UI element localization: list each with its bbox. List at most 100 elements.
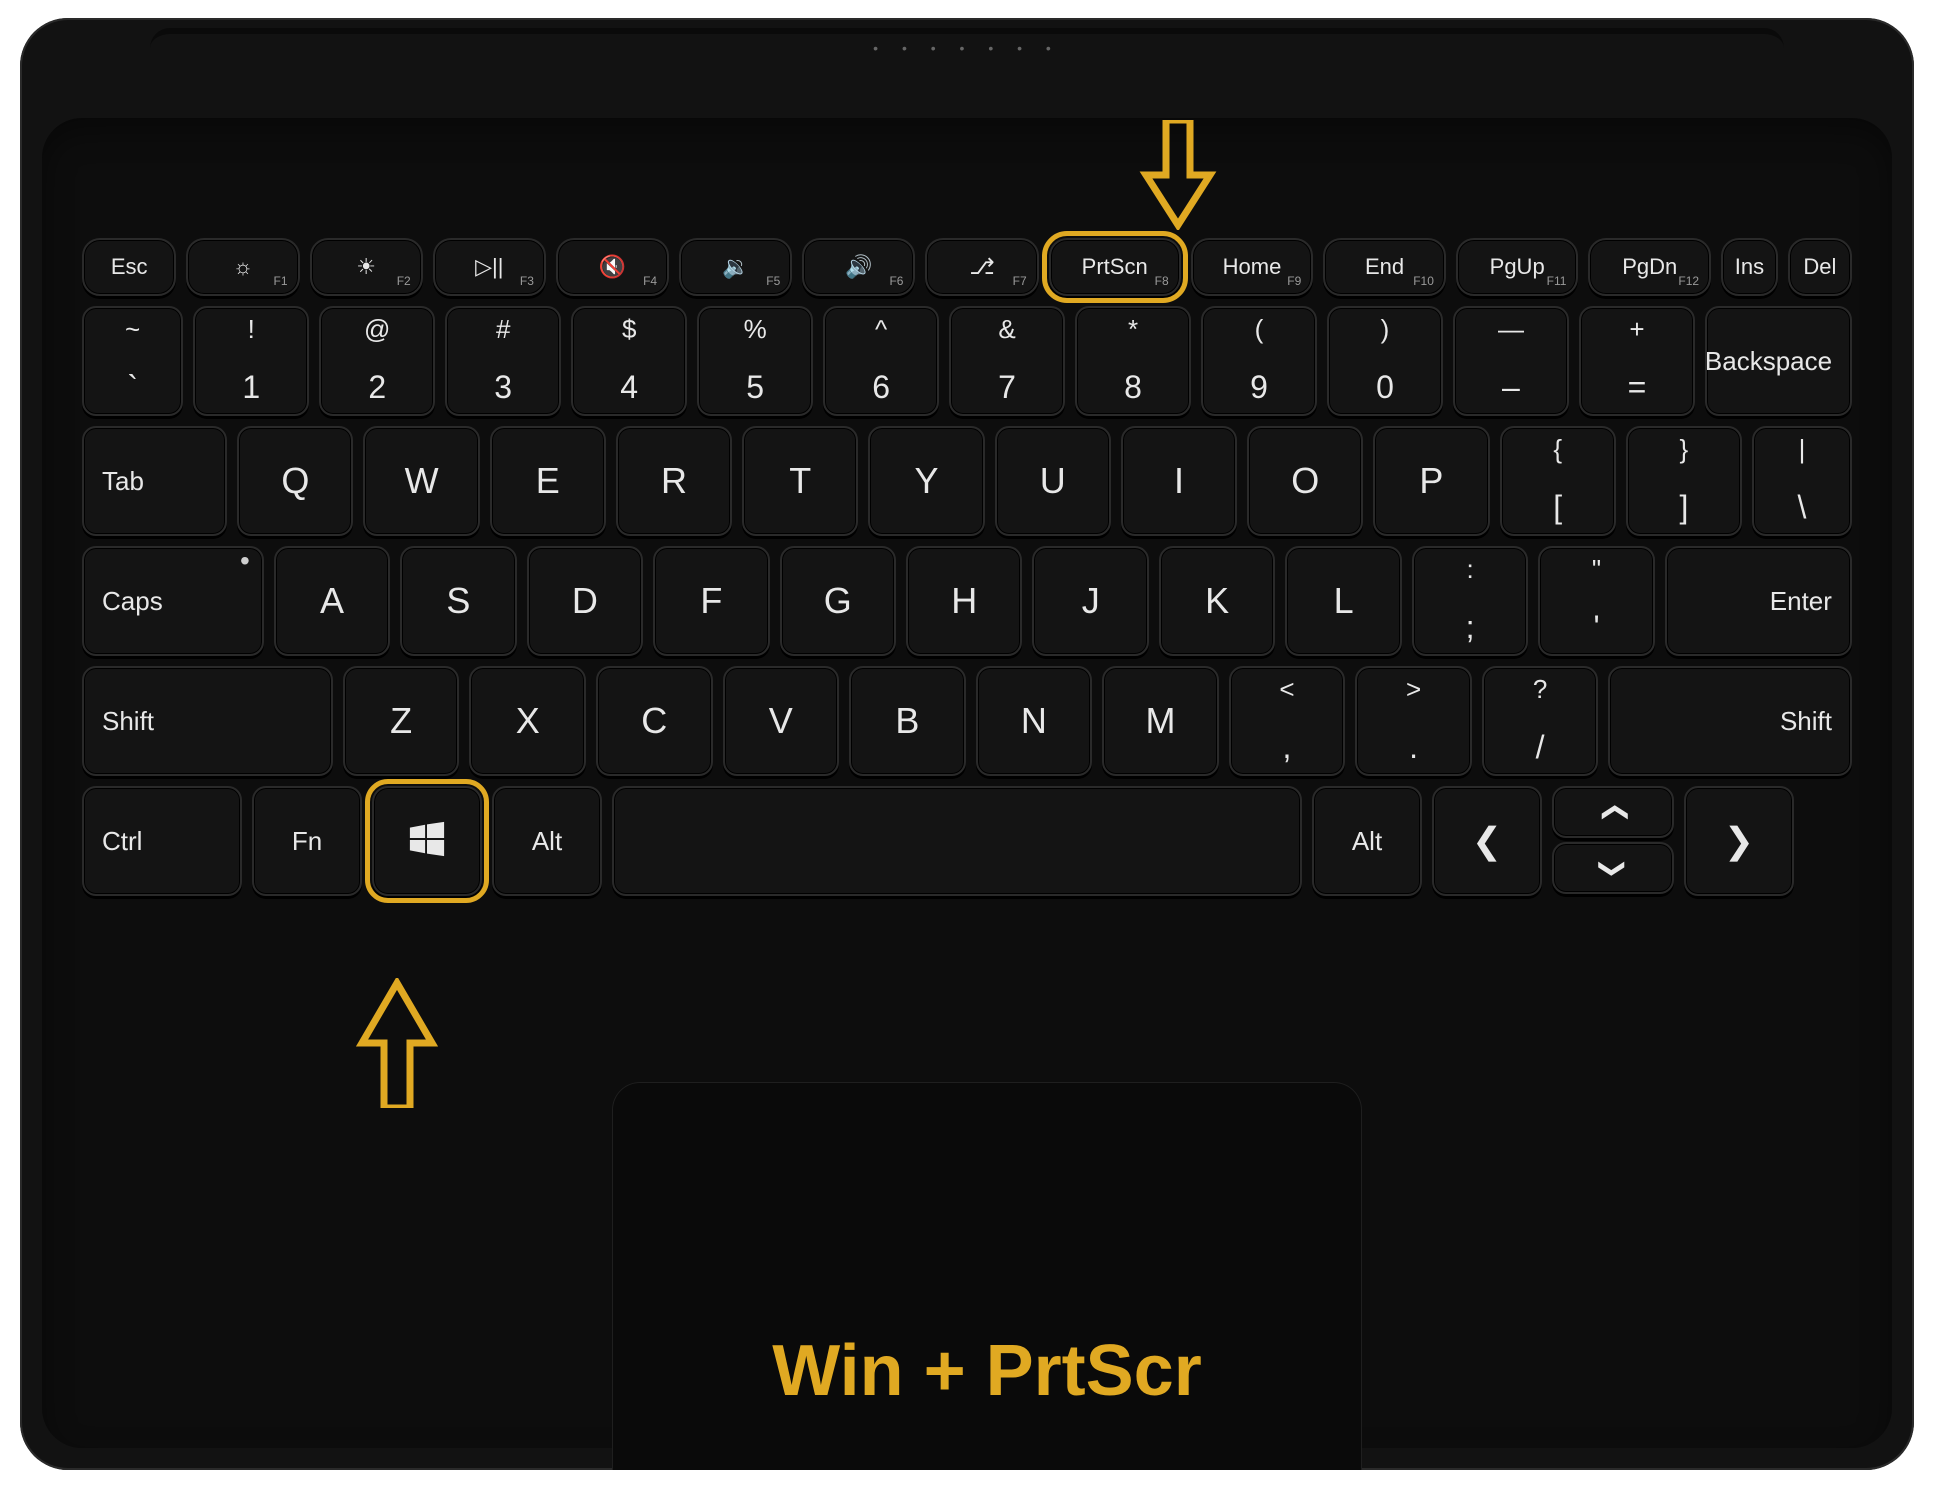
a-key[interactable]: A xyxy=(274,546,390,656)
vol-up[interactable]: 🔊F6 xyxy=(802,238,915,296)
g-key[interactable]: G xyxy=(780,546,896,656)
qwerty-row: Tab Q WERTY U I O P{[}]|\ xyxy=(82,426,1852,536)
semicolon-key[interactable]: :; xyxy=(1412,546,1528,656)
x-key[interactable]: X xyxy=(469,666,586,776)
1-key[interactable]: !1 xyxy=(193,306,309,416)
fn-key[interactable]: Fn xyxy=(252,786,362,896)
z-key[interactable]: Z xyxy=(343,666,460,776)
ins-key[interactable]: Ins xyxy=(1721,238,1778,296)
minus-key[interactable]: —– xyxy=(1453,306,1569,416)
left-alt-key[interactable]: Alt xyxy=(492,786,602,896)
backtick-key[interactable]: ~` xyxy=(82,306,183,416)
u-key-label: U xyxy=(1040,460,1066,502)
comma-key[interactable]: <, xyxy=(1229,666,1346,776)
p-key[interactable]: P xyxy=(1373,426,1489,536)
o-key-label: O xyxy=(1291,460,1319,502)
mute[interactable]: 🔇F4 xyxy=(556,238,669,296)
arrow-up-key[interactable]: ❯ xyxy=(1552,786,1674,838)
3-key[interactable]: #3 xyxy=(445,306,561,416)
home-key[interactable]: HomeF9 xyxy=(1191,238,1314,296)
enter-key[interactable]: Enter xyxy=(1665,546,1852,656)
home-key-label: Home xyxy=(1223,254,1282,280)
arrow-left-key[interactable]: ❮ xyxy=(1432,786,1542,896)
backslash-key[interactable]: |\ xyxy=(1752,426,1852,536)
bracket-close-key[interactable]: }] xyxy=(1626,426,1742,536)
minus-key-bot: – xyxy=(1455,369,1567,406)
h-key[interactable]: H xyxy=(906,546,1022,656)
space-key[interactable] xyxy=(612,786,1302,896)
k-key[interactable]: K xyxy=(1159,546,1275,656)
v-key[interactable]: V xyxy=(723,666,840,776)
j-key[interactable]: J xyxy=(1032,546,1148,656)
arrow-down-key[interactable]: ❯ xyxy=(1552,842,1674,894)
r-key[interactable]: R xyxy=(616,426,732,536)
kbd-backlight-icon: ⎇ xyxy=(969,254,994,280)
right-shift-key[interactable]: Shift xyxy=(1608,666,1852,776)
backspace-key[interactable]: Backspace xyxy=(1705,306,1852,416)
esc-key-label: Esc xyxy=(111,254,148,280)
brightness-down[interactable]: ☼F1 xyxy=(186,238,299,296)
caps-key[interactable]: Caps• xyxy=(82,546,264,656)
trackpad[interactable]: Win + PrtScr xyxy=(612,1082,1362,1470)
6-key[interactable]: ^6 xyxy=(823,306,939,416)
o-key[interactable]: O xyxy=(1247,426,1363,536)
8-key[interactable]: *8 xyxy=(1075,306,1191,416)
pgdn-key[interactable]: PgDnF12 xyxy=(1588,238,1711,296)
period-key[interactable]: >. xyxy=(1355,666,1472,776)
pgup-key[interactable]: PgUpF11 xyxy=(1456,238,1579,296)
quote-key[interactable]: "' xyxy=(1538,546,1654,656)
n-key[interactable]: N xyxy=(976,666,1093,776)
f-key[interactable]: F xyxy=(653,546,769,656)
comma-key-bot: , xyxy=(1231,729,1344,766)
semicolon-key-bot: ; xyxy=(1414,609,1526,646)
vol-down[interactable]: 🔉F5 xyxy=(679,238,792,296)
play-pause[interactable]: ▷||F3 xyxy=(433,238,546,296)
backspace-key-label: Backspace xyxy=(1705,346,1832,377)
2-key-top: @ xyxy=(321,314,433,345)
t-key[interactable]: T xyxy=(742,426,858,536)
right-alt-key-label: Alt xyxy=(1352,826,1382,857)
backtick-key-bot: ` xyxy=(84,369,181,406)
d-key[interactable]: D xyxy=(527,546,643,656)
c-key[interactable]: C xyxy=(596,666,713,776)
q-key[interactable]: Q xyxy=(237,426,353,536)
arrow-up-icon xyxy=(352,978,442,1108)
e-key[interactable]: E xyxy=(490,426,606,536)
del-key[interactable]: Del xyxy=(1788,238,1852,296)
b-key[interactable]: B xyxy=(849,666,966,776)
i-key[interactable]: I xyxy=(1121,426,1237,536)
print-screen[interactable]: PrtScnF8 xyxy=(1049,238,1181,296)
right-alt-key[interactable]: Alt xyxy=(1312,786,1422,896)
s-key[interactable]: S xyxy=(400,546,516,656)
kbd-backlight[interactable]: ⎇F7 xyxy=(925,238,1038,296)
vol-down-icon: 🔉 xyxy=(722,254,749,280)
y-key[interactable]: Y xyxy=(868,426,984,536)
arrow-right-key[interactable]: ❯ xyxy=(1684,786,1794,896)
5-key[interactable]: %5 xyxy=(697,306,813,416)
caps-key-label: Caps xyxy=(102,586,163,617)
brightness-up[interactable]: ☀F2 xyxy=(310,238,423,296)
q-key-label: Q xyxy=(281,460,309,502)
vol-up-icon: 🔊 xyxy=(845,254,872,280)
bracket-open-key[interactable]: {[ xyxy=(1500,426,1616,536)
left-shift-key[interactable]: Shift xyxy=(82,666,333,776)
2-key[interactable]: @2 xyxy=(319,306,435,416)
equals-key[interactable]: += xyxy=(1579,306,1695,416)
end-key[interactable]: EndF10 xyxy=(1323,238,1446,296)
connector-dots-icon: • • • • • • • xyxy=(873,40,1061,56)
esc-key[interactable]: Esc xyxy=(82,238,176,296)
m-key[interactable]: M xyxy=(1102,666,1219,776)
windows-key[interactable] xyxy=(372,786,482,896)
7-key[interactable]: &7 xyxy=(949,306,1065,416)
4-key[interactable]: $4 xyxy=(571,306,687,416)
l-key[interactable]: L xyxy=(1285,546,1401,656)
9-key[interactable]: (9 xyxy=(1201,306,1317,416)
ctrl-key[interactable]: Ctrl xyxy=(82,786,242,896)
0-key[interactable]: )0 xyxy=(1327,306,1443,416)
tab-key[interactable]: Tab xyxy=(82,426,227,536)
3-key-top: # xyxy=(447,314,559,345)
slash-key[interactable]: ?/ xyxy=(1482,666,1599,776)
w-key[interactable]: W xyxy=(363,426,479,536)
u-key[interactable]: U xyxy=(995,426,1111,536)
pgup-key-fnum: F11 xyxy=(1547,274,1567,288)
